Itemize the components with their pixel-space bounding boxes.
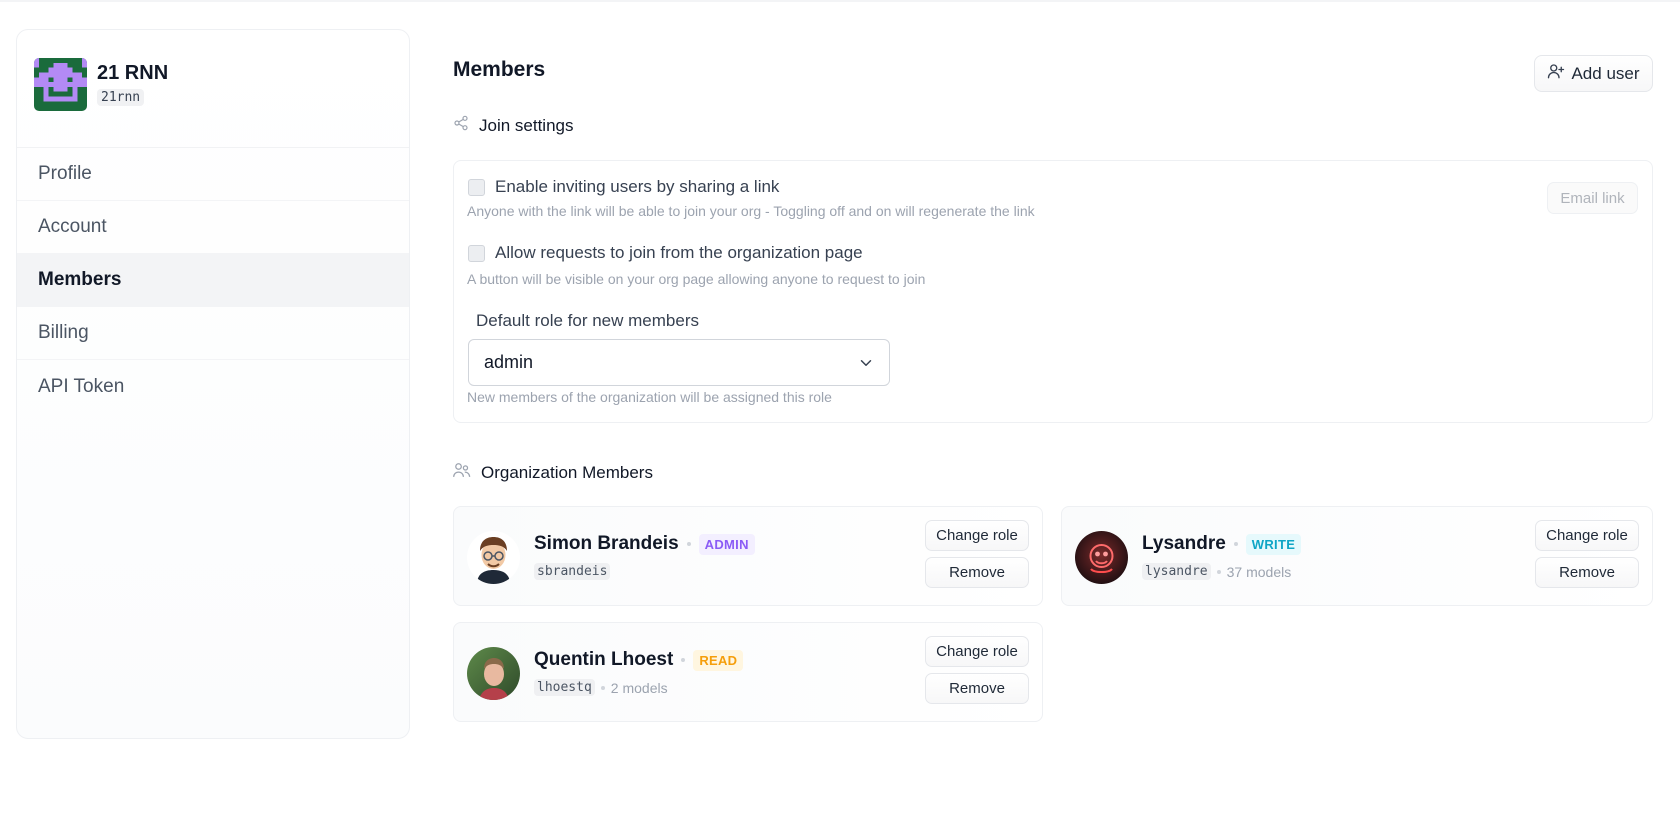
member-models-count: 2 models <box>610 679 668 696</box>
member-sub-row: sbrandeis <box>534 563 611 580</box>
email-link-button[interactable]: Email link <box>1547 182 1638 214</box>
invite-link-hint: Anyone with the link will be able to joi… <box>467 203 1035 219</box>
cartoon-avatar[interactable] <box>467 531 520 584</box>
join-settings-title: Join settings <box>479 115 574 135</box>
member-handle: sbrandeis <box>534 563 611 580</box>
separator-dot <box>1233 542 1238 546</box>
add-user-label: Add user <box>1571 63 1640 83</box>
sidebar: 21 RNN 21rnn Profile Account Members Bil… <box>16 29 410 739</box>
add-user-button[interactable]: Add user <box>1534 55 1653 92</box>
default-role-label: Default role for new members <box>476 311 699 330</box>
space-invader-icon[interactable] <box>34 58 87 111</box>
remove-button[interactable]: Remove <box>925 673 1029 704</box>
change-role-button[interactable]: Change role <box>1535 520 1639 551</box>
separator-dot <box>600 685 605 690</box>
users-icon <box>453 462 481 483</box>
member-name-row: Lysandre WRITE <box>1142 533 1302 555</box>
sidebar-item-members[interactable]: Members <box>17 254 409 307</box>
default-role-value: admin <box>484 352 534 372</box>
invite-link-row: Enable inviting users by sharing a link <box>468 177 779 197</box>
requests-label: Allow requests to join from the organiza… <box>495 243 863 262</box>
org-members-title: Organization Members <box>481 462 653 482</box>
change-role-button[interactable]: Change role <box>925 520 1029 551</box>
default-role-select[interactable]: admin <box>468 339 890 386</box>
page-title: Members <box>453 58 546 81</box>
photo-avatar[interactable] <box>467 647 520 700</box>
default-role-hint: New members of the organization will be … <box>467 389 832 405</box>
sidebar-item-profile[interactable]: Profile <box>17 148 409 201</box>
member-name-row: Simon Brandeis ADMIN <box>534 533 755 555</box>
neon-avatar[interactable] <box>1075 531 1128 584</box>
separator-dot <box>686 542 691 546</box>
separator-dot <box>1216 569 1221 574</box>
share-icon <box>453 115 479 136</box>
separator-dot <box>681 658 686 662</box>
user-plus-icon <box>1547 62 1571 85</box>
member-card: Quentin Lhoest READ lhoestq 2 models Cha… <box>453 622 1043 722</box>
join-settings-header: Join settings <box>453 115 574 136</box>
requests-row: Allow requests to join from the organiza… <box>468 243 863 263</box>
org-members-header: Organization Members <box>453 462 653 483</box>
org-header: 21 RNN 21rnn <box>17 30 409 148</box>
requests-checkbox[interactable] <box>468 244 485 262</box>
member-models-count: 37 models <box>1226 563 1292 580</box>
invite-link-label: Enable inviting users by sharing a link <box>495 177 780 196</box>
sidebar-item-api-token[interactable]: API Token <box>17 360 409 413</box>
org-name: 21 RNN <box>97 62 169 84</box>
invite-link-checkbox[interactable] <box>468 178 485 196</box>
role-badge: READ <box>693 649 744 671</box>
member-card: Simon Brandeis ADMIN sbrandeis Change ro… <box>453 506 1043 606</box>
member-name[interactable]: Lysandre <box>1142 533 1226 555</box>
member-sub-row: lysandre 37 models <box>1142 563 1291 580</box>
join-settings-panel: Enable inviting users by sharing a link … <box>453 160 1653 423</box>
role-badge: WRITE <box>1245 533 1302 555</box>
member-name[interactable]: Quentin Lhoest <box>534 649 673 671</box>
member-handle: lysandre <box>1142 563 1211 580</box>
member-sub-row: lhoestq 2 models <box>534 679 668 696</box>
remove-button[interactable]: Remove <box>1535 557 1639 588</box>
change-role-button[interactable]: Change role <box>925 636 1029 667</box>
requests-hint: A button will be visible on your org pag… <box>467 271 926 287</box>
member-handle: lhoestq <box>534 679 595 696</box>
sidebar-nav: Profile Account Members Billing API Toke… <box>17 148 409 413</box>
org-handle: 21rnn <box>97 89 145 106</box>
chevron-down-icon <box>857 354 875 377</box>
main-content: Members Add user Join settings Enable in… <box>453 0 1653 840</box>
member-name-row: Quentin Lhoest READ <box>534 649 744 671</box>
member-card: Lysandre WRITE lysandre 37 models Change… <box>1061 506 1653 606</box>
sidebar-item-billing[interactable]: Billing <box>17 307 409 360</box>
member-name[interactable]: Simon Brandeis <box>534 533 679 555</box>
remove-button[interactable]: Remove <box>925 557 1029 588</box>
role-badge: ADMIN <box>698 533 755 555</box>
sidebar-item-account[interactable]: Account <box>17 201 409 254</box>
